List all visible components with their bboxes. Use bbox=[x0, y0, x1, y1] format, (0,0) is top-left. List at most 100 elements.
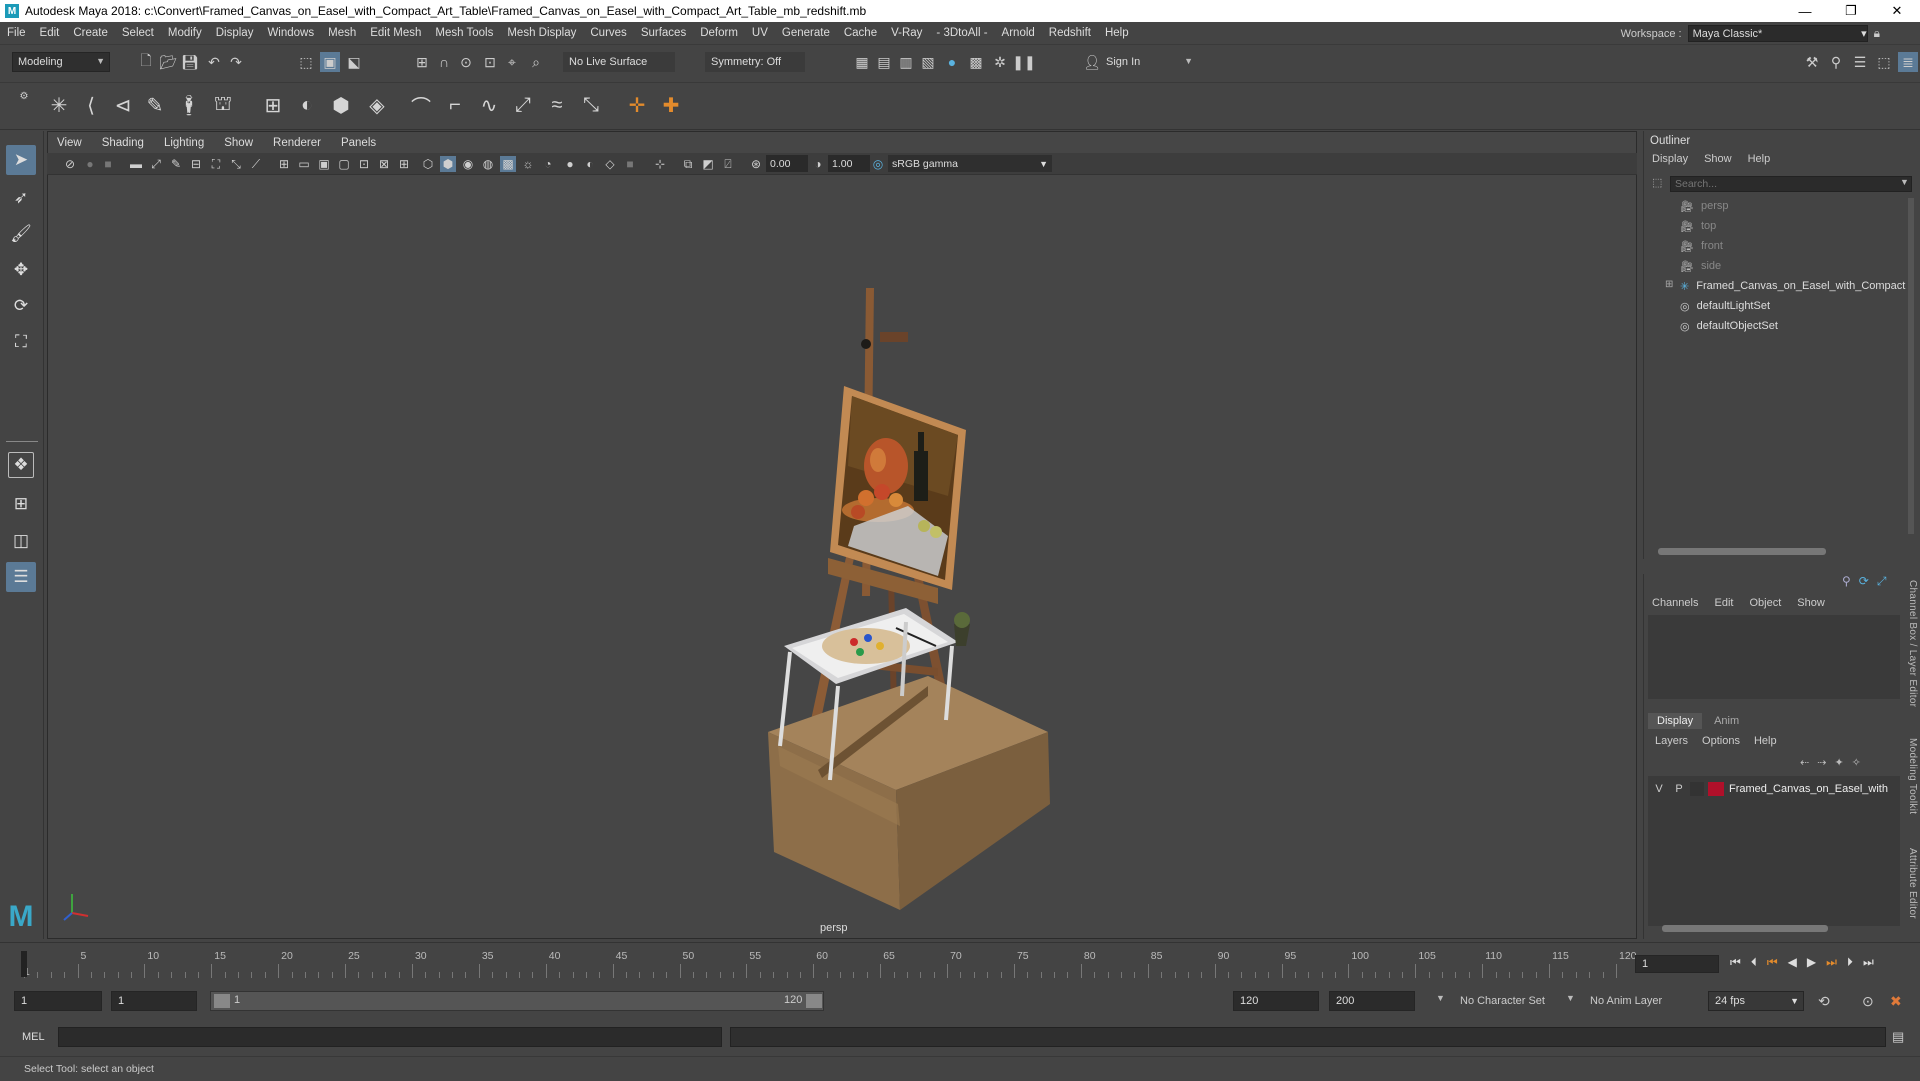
grid-toggle-icon[interactable]: ⊟ bbox=[188, 156, 204, 172]
outliner-item-defaultobjectset[interactable]: ◎ defaultObjectSet bbox=[1680, 317, 1778, 335]
loop-icon[interactable]: ⟲ bbox=[1818, 993, 1830, 1010]
smooth-shade-icon[interactable]: ⬢ bbox=[440, 156, 456, 172]
tab-anim[interactable]: Anim bbox=[1702, 713, 1751, 729]
shelf-sculpt-icon[interactable]: ◐ bbox=[292, 90, 322, 120]
bookmark-icon[interactable]: ■ bbox=[100, 156, 116, 172]
shelf-wave-icon[interactable]: ≈ bbox=[542, 90, 572, 120]
outliner-item-front[interactable]: 🎥︎ front bbox=[1680, 237, 1723, 255]
shelf-pencil-curve-icon[interactable]: ✎ bbox=[140, 90, 170, 120]
command-input[interactable] bbox=[58, 1027, 722, 1047]
layer-list-scrollbar[interactable] bbox=[1662, 925, 1828, 932]
use-default-material-icon[interactable]: ◉ bbox=[460, 156, 476, 172]
scale-tool-icon[interactable]: ⛶ bbox=[6, 327, 36, 357]
snap-grid-icon[interactable]: ⊞ bbox=[412, 52, 432, 72]
snap-live-icon[interactable]: ⌖ bbox=[502, 52, 522, 72]
lock-icon[interactable]: 🔒︎ bbox=[1874, 26, 1880, 41]
move-tool-icon[interactable]: ✥ bbox=[6, 255, 36, 285]
outliner-horizontal-scrollbar[interactable] bbox=[1658, 548, 1826, 555]
viewport-menu-shading[interactable]: Shading bbox=[92, 133, 154, 153]
camera-attributes-icon[interactable]: ● bbox=[82, 156, 98, 172]
channel-box-menu-edit[interactable]: Edit bbox=[1714, 597, 1733, 609]
play-forwards-icon[interactable]: ▶ bbox=[1807, 955, 1816, 970]
menu-cache[interactable]: Cache bbox=[837, 27, 884, 39]
image-plane-icon[interactable]: ▬ bbox=[128, 156, 144, 172]
isolate-select-icon[interactable]: ⊠ bbox=[376, 156, 392, 172]
go-to-end-icon[interactable]: ⏭ bbox=[1863, 955, 1874, 970]
layer-color-swatch[interactable] bbox=[1708, 782, 1724, 796]
use-all-lights-icon[interactable]: ▩ bbox=[500, 156, 516, 172]
outliner-item-top[interactable]: 🎥︎ top bbox=[1680, 217, 1716, 235]
symmetry-dropdown[interactable]: Symmetry: Off bbox=[705, 52, 805, 72]
menu-edit[interactable]: Edit bbox=[33, 27, 67, 39]
menu-modify[interactable]: Modify bbox=[161, 27, 209, 39]
animation-start-field[interactable]: 1 bbox=[14, 991, 102, 1011]
menu-mesh-tools[interactable]: Mesh Tools bbox=[428, 27, 500, 39]
modeling-toolkit-icon[interactable]: ⚒ bbox=[1802, 52, 1822, 72]
character-set-dropdown[interactable]: No Character Set bbox=[1460, 995, 1545, 1007]
animation-end-field[interactable]: 200 bbox=[1329, 991, 1415, 1011]
outliner-item-defaultlightset[interactable]: ◎ defaultLightSet bbox=[1680, 297, 1770, 315]
shadows-icon[interactable]: ☼ bbox=[520, 156, 536, 172]
move-layer-up-icon[interactable]: ⇠ bbox=[1800, 756, 1809, 769]
menu-arnold[interactable]: Arnold bbox=[995, 27, 1042, 39]
new-layer-selected-icon[interactable]: ✧ bbox=[1852, 756, 1861, 769]
workspace-dropdown[interactable]: Maya Classic* ▾ bbox=[1687, 25, 1868, 42]
layer-visibility-toggle[interactable]: V bbox=[1650, 783, 1668, 795]
field-chart-icon[interactable]: ▭ bbox=[296, 156, 312, 172]
minimize-button[interactable]: — bbox=[1782, 0, 1828, 22]
shelf-curve-tool-icon[interactable]: ✳ bbox=[44, 90, 74, 120]
outliner-menu-show[interactable]: Show bbox=[1704, 153, 1732, 165]
shelf-sine-icon[interactable]: ⤡ bbox=[576, 90, 606, 120]
side-tab-channel-box[interactable]: Channel Box / Layer Editor bbox=[1907, 580, 1918, 707]
view-transform-dropdown[interactable]: sRGB gamma ▼ bbox=[888, 155, 1052, 172]
layer-menu-layers[interactable]: Layers bbox=[1655, 735, 1688, 747]
go-to-start-icon[interactable]: ⏮ bbox=[1730, 955, 1741, 970]
redo-icon[interactable]: ↷ bbox=[226, 52, 246, 72]
menu-display[interactable]: Display bbox=[209, 27, 261, 39]
undo-icon[interactable]: ↶ bbox=[204, 52, 224, 72]
menu-curves[interactable]: Curves bbox=[583, 27, 633, 39]
outliner-menu-display[interactable]: Display bbox=[1652, 153, 1688, 165]
xray-icon[interactable]: ⊹ bbox=[652, 156, 668, 172]
outliner-menu-help[interactable]: Help bbox=[1748, 153, 1771, 165]
step-back-key-icon[interactable]: ⏴ bbox=[1751, 955, 1757, 970]
viewport-menu-show[interactable]: Show bbox=[214, 133, 263, 153]
wireframe-on-shaded-icon[interactable]: ⬡ bbox=[420, 156, 436, 172]
channel-box-pin-icon[interactable]: ⚲ bbox=[1842, 574, 1851, 589]
shelf-rig-icon[interactable]: ⛫ bbox=[208, 90, 238, 120]
shelf-twist-icon[interactable]: ∿ bbox=[474, 90, 504, 120]
rotate-tool-icon[interactable]: ⟳ bbox=[6, 291, 36, 321]
menu-mesh-display[interactable]: Mesh Display bbox=[500, 27, 583, 39]
2d-pan-zoom-icon[interactable]: ⤢ bbox=[148, 156, 164, 172]
attribute-editor-icon[interactable]: ☰ bbox=[1850, 52, 1870, 72]
layer-type-toggle[interactable] bbox=[1690, 782, 1704, 796]
move-layer-down-icon[interactable]: ⇢ bbox=[1817, 756, 1826, 769]
menu-redshift[interactable]: Redshift bbox=[1042, 27, 1098, 39]
four-pane-layout-icon[interactable]: ⊞ bbox=[6, 489, 36, 519]
screen-space-ao-icon[interactable]: ◔ bbox=[540, 156, 556, 172]
outliner-item-side[interactable]: 🎥︎ side bbox=[1680, 257, 1721, 275]
safe-title-icon[interactable]: ▢ bbox=[336, 156, 352, 172]
depth-of-field-icon[interactable]: ◇ bbox=[602, 156, 618, 172]
chevron-down-icon[interactable]: ▼ bbox=[1900, 177, 1909, 187]
shelf-joint-icon[interactable]: ✛ bbox=[622, 90, 652, 120]
select-object-icon[interactable]: ▣ bbox=[320, 52, 340, 72]
lasso-tool-icon[interactable]: ➶ bbox=[6, 183, 36, 213]
shelf-ik-handle-icon[interactable]: ✚ bbox=[656, 90, 686, 120]
safe-action-icon[interactable]: ▣ bbox=[316, 156, 332, 172]
playback-start-field[interactable]: 1 bbox=[111, 991, 197, 1011]
select-camera-icon[interactable]: ⊘ bbox=[62, 156, 78, 172]
menu-create[interactable]: Create bbox=[66, 27, 115, 39]
menu-file[interactable]: File bbox=[0, 27, 33, 39]
gate-mask-icon[interactable]: ⟋ bbox=[248, 156, 264, 172]
menu-edit-mesh[interactable]: Edit Mesh bbox=[363, 27, 428, 39]
snap-curve-icon[interactable]: ∩ bbox=[434, 52, 454, 72]
layer-menu-help[interactable]: Help bbox=[1754, 735, 1777, 747]
tool-settings-icon[interactable]: ⬚ bbox=[1874, 52, 1894, 72]
light-editor-icon[interactable]: ✲ bbox=[990, 52, 1010, 72]
play-backwards-icon[interactable]: ◀ bbox=[1788, 955, 1797, 970]
viewport-menu-renderer[interactable]: Renderer bbox=[263, 133, 331, 153]
step-back-frame-icon[interactable]: ⏮ bbox=[1767, 955, 1778, 970]
single-pane-layout-icon[interactable]: ❖ bbox=[8, 452, 34, 478]
shelf-wrap-icon[interactable]: ◈ bbox=[362, 90, 392, 120]
